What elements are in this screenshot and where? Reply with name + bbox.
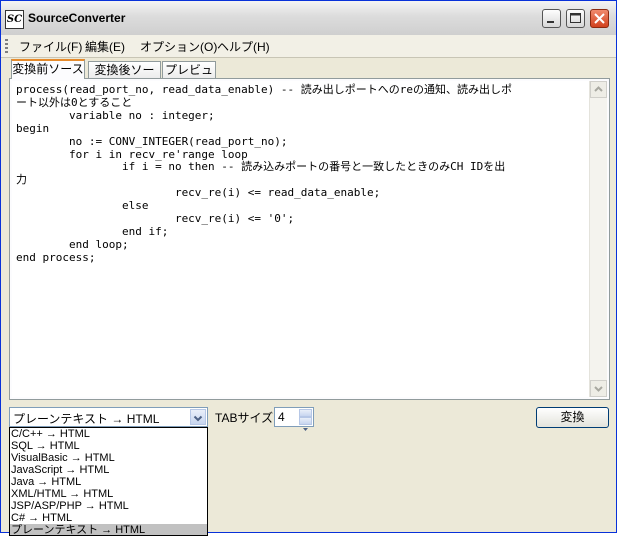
stepper-down-button[interactable] (299, 417, 312, 431)
vertical-scrollbar[interactable] (589, 81, 607, 397)
chevron-down-icon (594, 386, 603, 392)
tab-size-label: TABサイズ: (215, 411, 277, 425)
stepper-up-button[interactable] (299, 409, 312, 424)
minimize-icon (547, 21, 554, 23)
source-code[interactable]: process(read_port_no, read_data_enable) … (12, 81, 591, 265)
dropdown-option[interactable]: VisualBasic → HTML (10, 452, 207, 464)
menu-edit[interactable]: 編集(E) (85, 38, 125, 55)
menu-bar: ファイル(F) 編集(E) オプション(O) ヘルプ(H) (1, 35, 616, 58)
menu-help[interactable]: ヘルプ(H) (217, 38, 270, 55)
title-bar[interactable]: SC SourceConverter (1, 1, 616, 36)
conversion-mode-select[interactable]: プレーンテキスト → HTML (9, 407, 208, 427)
window-title: SourceConverter (28, 11, 126, 25)
menu-file[interactable]: ファイル(F) (19, 38, 82, 55)
dropdown-option[interactable]: SQL → HTML (10, 440, 207, 452)
chevron-down-icon (193, 415, 203, 422)
tab-preview[interactable]: プレビュー (162, 61, 216, 94)
dropdown-option[interactable]: JSP/ASP/PHP → HTML (10, 500, 207, 512)
conversion-mode-list: C/C++ → HTML SQL → HTML VisualBasic → HTML… (9, 427, 208, 536)
dropdown-option[interactable]: Java → HTML (10, 476, 207, 488)
app-icon: SC (5, 10, 24, 29)
dropdown-button[interactable] (190, 409, 206, 425)
toolbar-grip[interactable] (5, 39, 8, 53)
maximize-button[interactable] (566, 9, 585, 28)
conversion-mode-value: プレーンテキスト → HTML (13, 412, 160, 426)
app-window: SC SourceConverter ファイル(F) 編集(E) オプション(O… (0, 0, 617, 536)
tab-size-stepper[interactable]: 4 (274, 407, 314, 431)
dropdown-option[interactable]: C/C++ → HTML (10, 428, 207, 440)
dropdown-option[interactable]: プレーンテキスト → HTML (10, 524, 207, 535)
close-icon (594, 13, 605, 24)
scroll-down-button[interactable] (590, 380, 607, 397)
maximize-icon (570, 13, 581, 23)
menu-options[interactable]: オプション(O) (140, 38, 217, 55)
tab-size-value[interactable]: 4 (278, 410, 285, 424)
tab-source-before[interactable]: 変換前ソース (11, 59, 85, 79)
close-button[interactable] (590, 9, 609, 28)
source-editor[interactable]: process(read_port_no, read_data_enable) … (12, 81, 591, 397)
convert-button[interactable]: 変換 (536, 407, 609, 428)
arrow-down-icon (303, 428, 308, 431)
dropdown-option[interactable]: JavaScript → HTML (10, 464, 207, 476)
dropdown-option[interactable]: XML/HTML → HTML (10, 488, 207, 500)
scroll-up-button[interactable] (590, 81, 607, 98)
stepper-buttons (299, 409, 312, 431)
tab-source-after[interactable]: 変換後ソース (88, 61, 161, 94)
chevron-up-icon (594, 86, 603, 92)
tab-panel: process(read_port_no, read_data_enable) … (9, 78, 610, 400)
minimize-button[interactable] (542, 9, 561, 28)
dropdown-option[interactable]: C# → HTML (10, 512, 207, 524)
